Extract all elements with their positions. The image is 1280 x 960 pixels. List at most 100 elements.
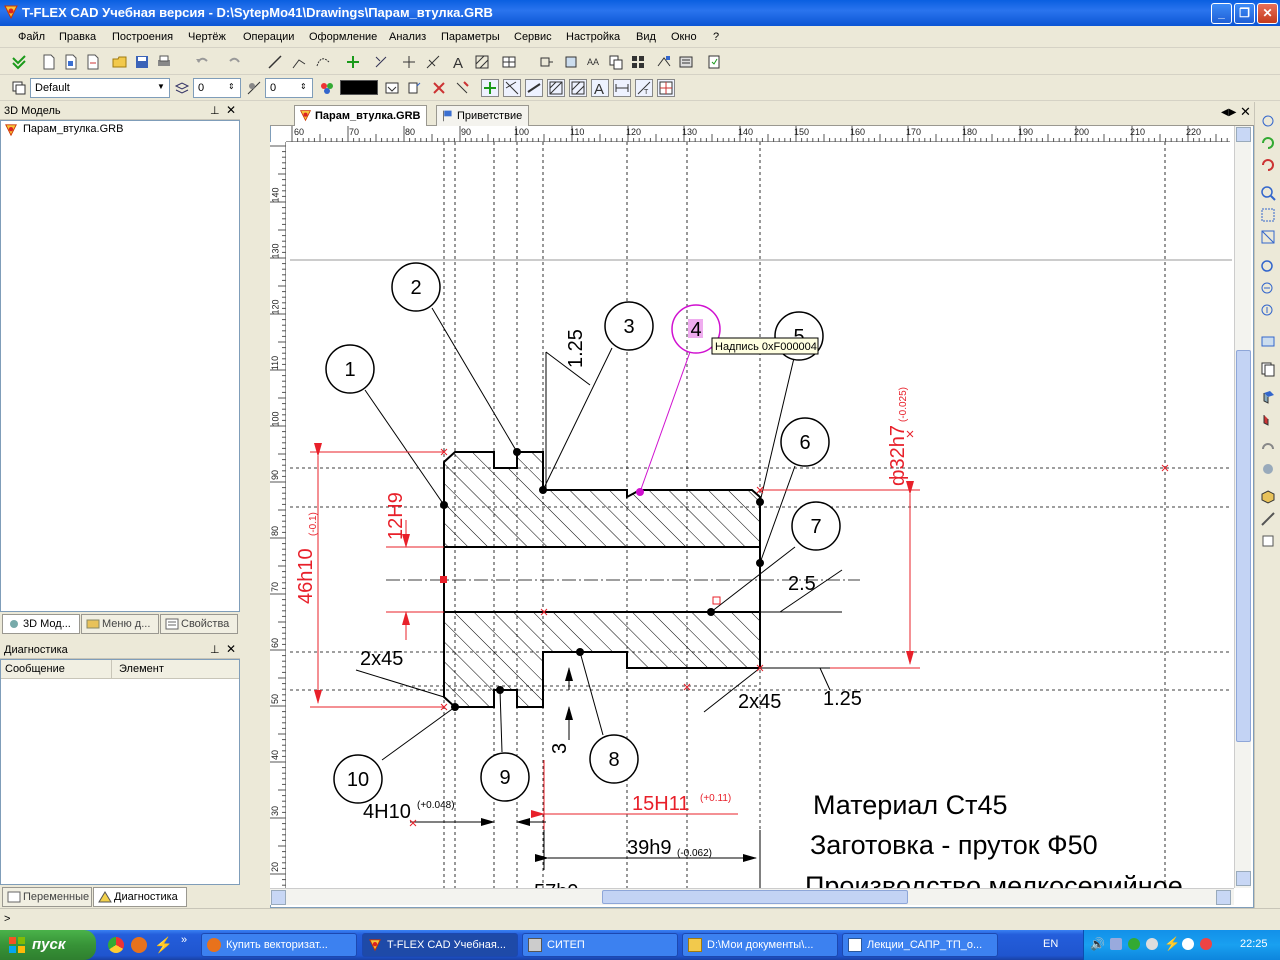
scroll-up-button[interactable] (1236, 127, 1251, 142)
snap-tool-icon[interactable] (372, 53, 390, 71)
checkmark-icon[interactable] (10, 53, 28, 71)
zoom-all-icon[interactable] (1259, 228, 1277, 246)
menu-view[interactable]: Вид (636, 31, 656, 43)
tab-diagnostics[interactable]: Диагностика (93, 887, 187, 907)
task-tflex[interactable]: T-FLEX CAD Учебная... (362, 933, 518, 957)
sync-icon[interactable] (1182, 938, 1194, 950)
dimension-tool-icon[interactable] (424, 53, 442, 71)
network-icon[interactable] (1110, 938, 1122, 950)
snap-off-icon[interactable] (453, 79, 471, 97)
security-icon[interactable] (1128, 938, 1140, 950)
menu-format[interactable]: Оформление (309, 31, 377, 43)
redo-icon[interactable] (226, 53, 244, 71)
layers-view-icon[interactable] (1259, 332, 1277, 350)
scroll-right-button[interactable] (1216, 890, 1231, 905)
node-tool-icon[interactable] (344, 53, 362, 71)
menu-window[interactable]: Окно (671, 31, 697, 43)
menu-parameters[interactable]: Параметры (441, 31, 500, 43)
color-palette-icon[interactable] (318, 79, 336, 97)
menu-edit[interactable]: Правка (59, 31, 96, 43)
hatch-fill-icon[interactable] (473, 53, 491, 71)
rotate-view-icon[interactable] (1259, 438, 1277, 456)
horizontal-scrollbar[interactable] (270, 888, 1234, 905)
drawing-canvas[interactable]: 1 2 3 4 5 6 7 8 9 10 Надпись 0xF000004 4… (286, 142, 1234, 888)
snap-table-icon[interactable] (657, 79, 675, 97)
snap-hatch-icon[interactable] (547, 79, 565, 97)
section-icon[interactable] (1259, 532, 1277, 550)
tab-scroll-icon[interactable]: ◀▶ (1221, 107, 1236, 118)
col-message[interactable]: Сообщение (5, 663, 65, 675)
maximize-button[interactable]: ❐ (1234, 3, 1255, 24)
text-style-icon[interactable]: AA (585, 53, 603, 71)
color-swatch[interactable] (340, 80, 378, 95)
undo-icon[interactable] (193, 53, 211, 71)
template-icon[interactable] (84, 53, 102, 71)
layer-spinner[interactable]: 0 ⇕ (193, 78, 241, 98)
save-icon[interactable] (133, 53, 151, 71)
view-params-icon[interactable] (655, 53, 673, 71)
pan-icon[interactable] (1259, 112, 1277, 130)
menu-service[interactable]: Сервис (514, 31, 552, 43)
refresh-icon[interactable] (705, 53, 723, 71)
scroll-down-button[interactable] (1236, 871, 1251, 886)
tab-3d-model[interactable]: 3D Мод... (2, 614, 80, 634)
zoom-scale-icon[interactable] (1259, 302, 1277, 320)
menu-settings[interactable]: Настройка (566, 31, 620, 43)
close-button[interactable]: ✕ (1257, 3, 1278, 24)
volume-icon[interactable]: 🔊 (1090, 937, 1105, 951)
update-icon[interactable] (1146, 938, 1158, 950)
snap-settings-icon[interactable] (430, 79, 448, 97)
language-indicator[interactable]: EN (1043, 938, 1058, 950)
line-type-icon[interactable] (383, 79, 401, 97)
snap-grid-icon[interactable] (569, 79, 587, 97)
upper-section[interactable] (443, 451, 761, 548)
model-3d-red-icon[interactable] (1259, 410, 1277, 428)
style-select[interactable]: Default ▼ (30, 78, 170, 98)
alert-icon[interactable] (1200, 938, 1212, 950)
menu-operations[interactable]: Операции (243, 31, 294, 43)
print-icon[interactable] (155, 53, 173, 71)
sketch-icon[interactable] (1259, 510, 1277, 528)
task-word[interactable]: Лекции_САПР_ТП_о... (842, 933, 998, 957)
snap-line-icon[interactable] (525, 79, 543, 97)
zoom-window-icon[interactable] (1259, 206, 1277, 224)
grid-icon[interactable] (629, 53, 647, 71)
new-file-icon[interactable] (40, 53, 58, 71)
firefox-icon[interactable] (131, 937, 147, 953)
pin-icon[interactable]: ⊥ (210, 104, 220, 117)
props-copy-icon[interactable] (405, 79, 423, 97)
tab-properties[interactable]: Свойства (160, 614, 238, 634)
tree-item-file[interactable]: Парам_втулка.GRB (23, 123, 123, 135)
vertical-scroll-thumb[interactable] (1236, 350, 1251, 742)
col-element[interactable]: Элемент (119, 663, 164, 675)
flash-tray-icon[interactable]: ⚡ (1164, 936, 1180, 952)
level-spinner[interactable]: 0 ⇕ (265, 78, 313, 98)
layers-icon[interactable] (677, 53, 695, 71)
lower-section[interactable] (443, 611, 761, 708)
copy-icon[interactable] (607, 53, 625, 71)
open-folder-icon[interactable] (111, 53, 129, 71)
pin-icon[interactable]: ⊥ (210, 643, 220, 656)
chrome-icon[interactable] (108, 937, 124, 953)
menu-drawing[interactable]: Чертёж (188, 31, 226, 43)
task-sitep[interactable]: СИТЕП (522, 933, 678, 957)
menu-help[interactable]: ? (713, 31, 719, 43)
zoom-in-icon[interactable] (1259, 184, 1277, 202)
technical-notes[interactable]: Материал Ст45 Заготовка - пруток Ф50 Про… (805, 790, 1183, 888)
cube-icon[interactable] (1259, 488, 1277, 506)
zoom-prev-icon[interactable] (1259, 280, 1277, 298)
table-tool-icon[interactable] (500, 53, 518, 71)
snap-text-icon[interactable]: A (591, 79, 609, 97)
tab-dynamic-menu[interactable]: Меню д... (81, 614, 159, 634)
horizontal-scroll-thumb[interactable] (602, 890, 908, 904)
drawing-svg[interactable]: 1 2 3 4 5 6 7 8 9 10 Надпись 0xF000004 4… (286, 142, 1234, 888)
start-button[interactable]: пуск (0, 930, 96, 960)
close-pane-icon[interactable]: ✕ (226, 103, 236, 117)
minimize-button[interactable]: _ (1211, 3, 1232, 24)
task-folder[interactable]: D:\Мои документы\... (682, 933, 838, 957)
command-prompt[interactable]: > (4, 913, 10, 925)
flash-icon[interactable]: ⚡ (154, 936, 173, 954)
col-divider[interactable] (111, 660, 112, 679)
insert-icon[interactable] (562, 53, 580, 71)
polyline-tool-icon[interactable] (290, 53, 308, 71)
